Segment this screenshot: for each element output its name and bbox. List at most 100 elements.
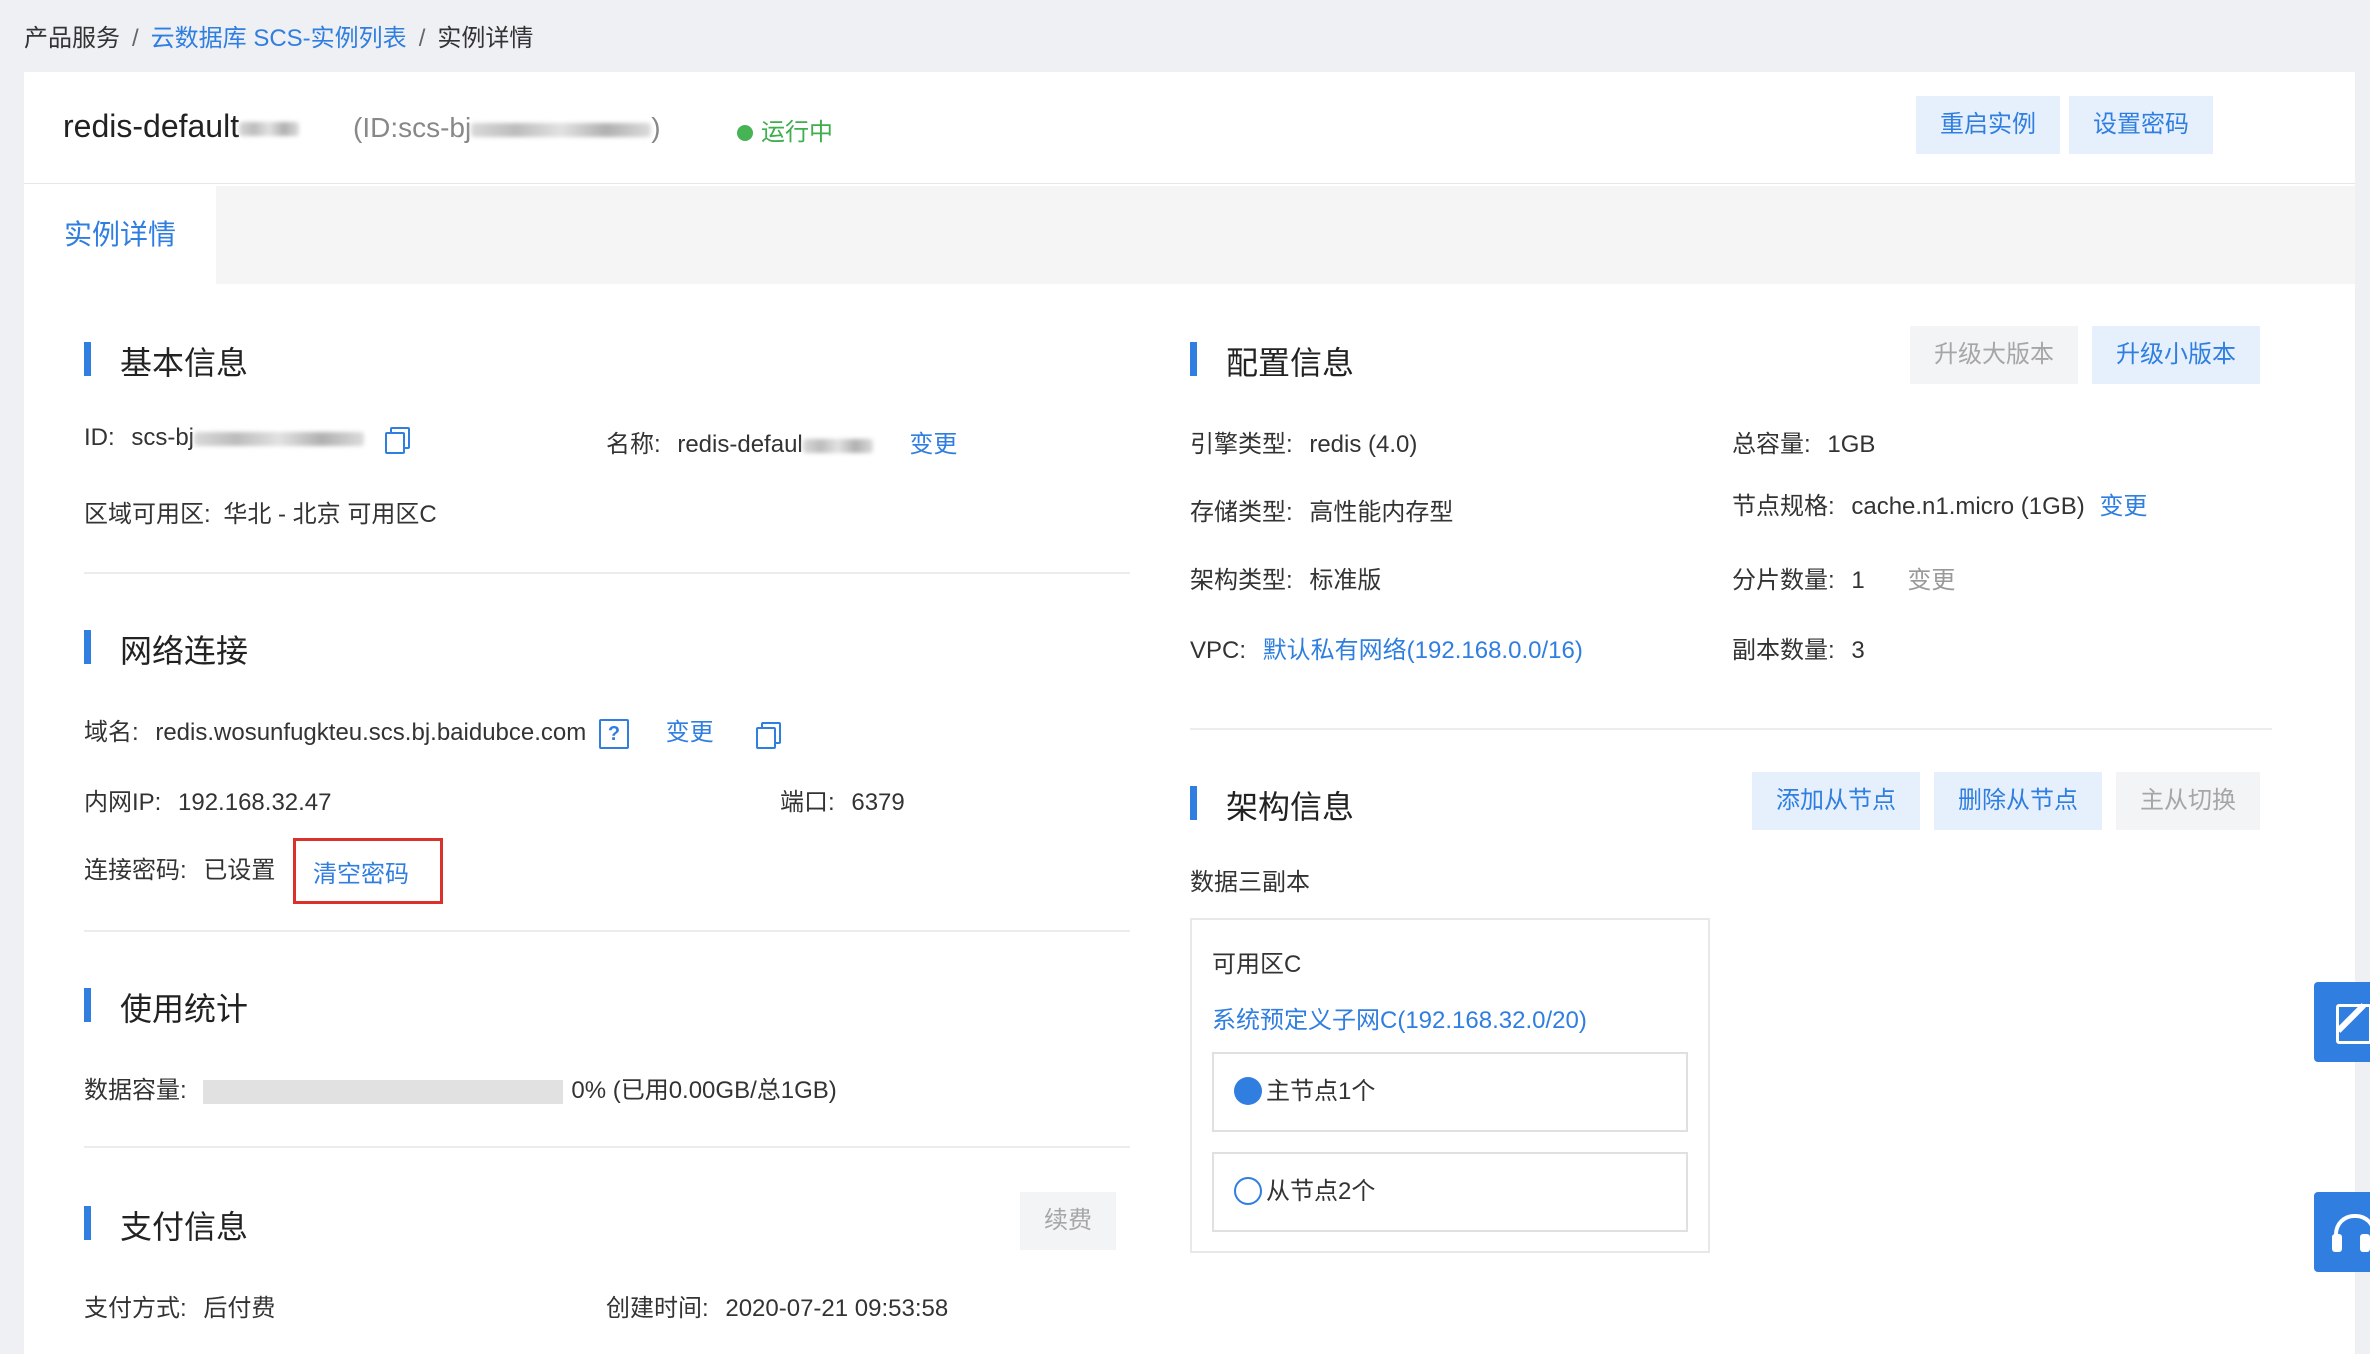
clear-password-link[interactable]: 清空密码 bbox=[313, 854, 409, 889]
payment-title: 支付信息 bbox=[84, 1202, 248, 1248]
password-value: 已设置 bbox=[203, 857, 276, 884]
instance-name-text: redis-default bbox=[63, 108, 240, 144]
total-capacity-label: 总容量: bbox=[1732, 431, 1811, 458]
breadcrumb-instance-list-link[interactable]: 云数据库 SCS-实例列表 bbox=[151, 25, 407, 52]
port-row: 端口: 6379 bbox=[780, 782, 905, 817]
arch-type-row: 架构类型: 标准版 bbox=[1190, 560, 1381, 595]
change-name-link[interactable]: 变更 bbox=[909, 431, 957, 458]
divider bbox=[1190, 728, 2272, 730]
node-spec-label: 节点规格: bbox=[1732, 493, 1835, 520]
upgrade-minor-version-button[interactable]: 升级小版本 bbox=[2092, 326, 2260, 384]
created-time-label: 创建时间: bbox=[606, 1295, 709, 1322]
capacity-progress-bar bbox=[203, 1079, 564, 1104]
created-time-row: 创建时间: 2020-07-21 09:53:58 bbox=[606, 1288, 948, 1323]
capacity-label: 数据容量: bbox=[84, 1077, 187, 1104]
divider bbox=[84, 1146, 1130, 1148]
vpc-link[interactable]: 默认私有网络(192.168.0.0/16) bbox=[1263, 637, 1583, 664]
change-domain-link[interactable]: 变更 bbox=[666, 719, 714, 746]
created-time-value: 2020-07-21 09:53:58 bbox=[725, 1295, 949, 1322]
status-text: 运行中 bbox=[761, 119, 833, 146]
replica-row: 副本数量: 3 bbox=[1732, 630, 1865, 665]
storage-row: 存储类型: 高性能内存型 bbox=[1190, 492, 1453, 527]
breadcrumb-separator: / bbox=[418, 25, 426, 52]
payment-method-row: 支付方式: 后付费 bbox=[84, 1288, 275, 1323]
instance-id-prefix: (ID:scs-bj bbox=[353, 112, 472, 143]
redacted-text bbox=[194, 431, 365, 446]
slave-node-dot-icon bbox=[1234, 1176, 1262, 1205]
status-dot-icon bbox=[737, 125, 753, 141]
payment-method-label: 支付方式: bbox=[84, 1295, 187, 1322]
subnet-link[interactable]: 系统预定义子网C(192.168.32.0/20) bbox=[1212, 1000, 1587, 1035]
node-spec-value: cache.n1.micro (1GB) bbox=[1851, 493, 2085, 520]
network-title: 网络连接 bbox=[84, 626, 248, 672]
basic-info-title: 基本信息 bbox=[84, 338, 248, 384]
usage-title: 使用统计 bbox=[84, 984, 248, 1030]
config-title: 配置信息 bbox=[1190, 338, 1354, 384]
change-spec-link[interactable]: 变更 bbox=[2099, 493, 2147, 520]
redacted-text bbox=[471, 122, 652, 137]
slave-node-box[interactable]: 从节点2个 bbox=[1212, 1152, 1688, 1232]
capacity-row: 数据容量: 0% (已用0.00GB/总1GB) bbox=[84, 1070, 837, 1105]
breadcrumb-root: 产品服务 bbox=[24, 25, 120, 52]
ip-row: 内网IP: 192.168.32.47 bbox=[84, 782, 332, 817]
redacted-text bbox=[239, 121, 300, 136]
help-icon[interactable]: ? bbox=[598, 718, 629, 749]
instance-id-suffix: ) bbox=[651, 112, 661, 143]
instance-name: redis-default bbox=[63, 108, 300, 145]
ip-label: 内网IP: bbox=[84, 789, 162, 816]
domain-value: redis.wosunfugkteu.scs.bj.baidubce.com bbox=[155, 719, 587, 746]
master-node-box[interactable]: 主节点1个 bbox=[1212, 1052, 1688, 1132]
tab-instance-detail[interactable]: 实例详情 bbox=[24, 186, 216, 284]
headset-icon[interactable] bbox=[2314, 1192, 2370, 1272]
port-label: 端口: bbox=[780, 789, 835, 816]
slave-node-label: 从节点2个 bbox=[1266, 1178, 1376, 1205]
region-row: 区域可用区: 华北 - 北京 可用区C bbox=[84, 494, 437, 529]
total-capacity-value: 1GB bbox=[1827, 431, 1876, 458]
redacted-text bbox=[802, 438, 873, 453]
architecture-title: 架构信息 bbox=[1190, 782, 1354, 828]
replica-label: 副本数量: bbox=[1732, 637, 1835, 664]
tab-bar bbox=[24, 186, 2355, 284]
set-password-button[interactable]: 设置密码 bbox=[2069, 96, 2213, 154]
delete-slave-node-button[interactable]: 删除从节点 bbox=[1934, 772, 2102, 830]
port-value: 6379 bbox=[851, 789, 905, 816]
shard-label: 分片数量: bbox=[1732, 567, 1835, 594]
total-capacity-row: 总容量: 1GB bbox=[1732, 424, 1875, 459]
shard-row: 分片数量: 1 变更 bbox=[1732, 560, 1955, 595]
zone-name: 可用区C bbox=[1212, 951, 1302, 978]
breadcrumb-current: 实例详情 bbox=[437, 25, 534, 52]
restart-instance-button[interactable]: 重启实例 bbox=[1916, 96, 2060, 154]
instance-id: (ID:scs-bj) bbox=[353, 112, 661, 144]
vpc-label: VPC: bbox=[1190, 637, 1247, 664]
copy-domain-icon[interactable] bbox=[756, 721, 782, 749]
master-slave-switch-button[interactable]: 主从切换 bbox=[2116, 772, 2260, 830]
engine-value: redis (4.0) bbox=[1309, 431, 1418, 458]
copy-id-icon[interactable] bbox=[384, 426, 410, 454]
renew-button[interactable]: 续费 bbox=[1020, 1192, 1116, 1250]
vpc-row: VPC: 默认私有网络(192.168.0.0/16) bbox=[1190, 630, 1583, 665]
edit-icon[interactable] bbox=[2314, 982, 2370, 1062]
domain-label: 域名: bbox=[84, 719, 139, 746]
payment-method-value: 后付费 bbox=[203, 1295, 276, 1322]
domain-row: 域名: redis.wosunfugkteu.scs.bj.baidubce.c… bbox=[84, 712, 782, 749]
arch-type-label: 架构类型: bbox=[1190, 567, 1293, 594]
replica-value: 3 bbox=[1851, 637, 1865, 664]
id-value: scs-bj bbox=[131, 424, 195, 451]
upgrade-major-version-button[interactable]: 升级大版本 bbox=[1910, 326, 2078, 384]
add-slave-node-button[interactable]: 添加从节点 bbox=[1752, 772, 1920, 830]
name-value: redis-defaul bbox=[677, 431, 803, 458]
arch-type-value: 标准版 bbox=[1309, 567, 1382, 594]
storage-label: 存储类型: bbox=[1190, 499, 1293, 526]
password-label: 连接密码: bbox=[84, 857, 187, 884]
master-node-label: 主节点1个 bbox=[1266, 1078, 1376, 1105]
change-shard-link[interactable]: 变更 bbox=[1907, 567, 1955, 594]
region-value: 华北 - 北京 可用区C bbox=[223, 501, 437, 528]
engine-label: 引擎类型: bbox=[1190, 431, 1293, 458]
id-row: ID: scs-bj bbox=[84, 424, 410, 454]
engine-row: 引擎类型: redis (4.0) bbox=[1190, 424, 1417, 459]
master-node-dot-icon bbox=[1234, 1076, 1262, 1105]
divider bbox=[84, 572, 1130, 574]
capacity-text: 0% (已用0.00GB/总1GB) bbox=[571, 1077, 837, 1104]
breadcrumb-separator: / bbox=[132, 25, 139, 52]
id-label: ID: bbox=[84, 424, 115, 451]
